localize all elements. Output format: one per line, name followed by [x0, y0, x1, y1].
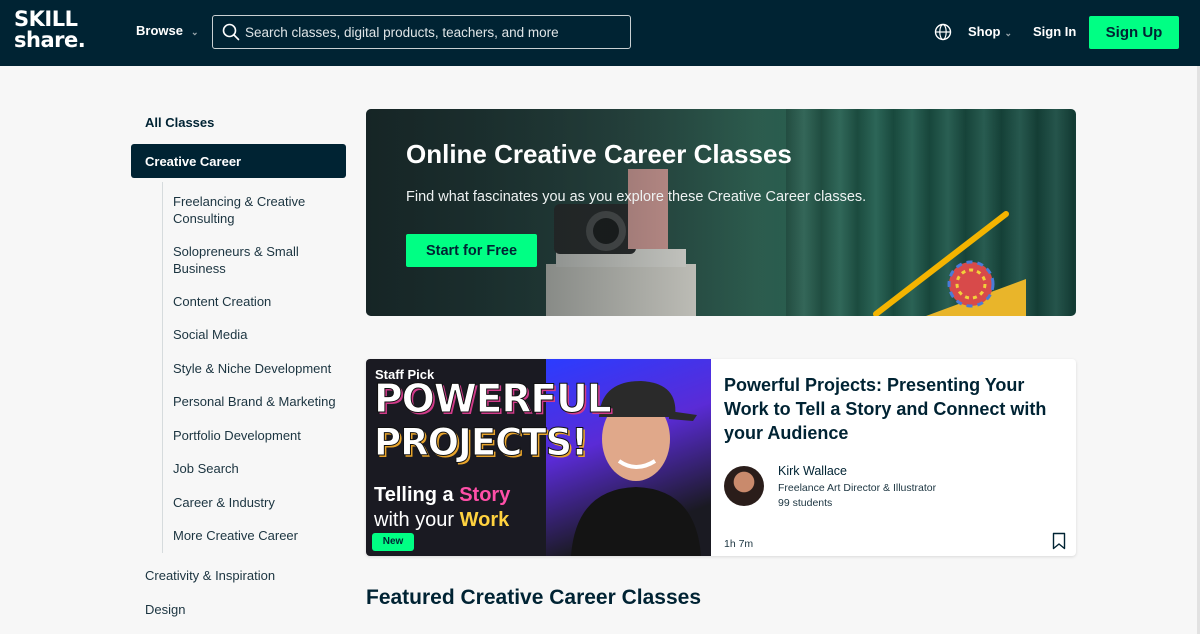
class-card[interactable]: Staff Pick POWERFUL PROJECTS! Telling a … [366, 359, 1076, 556]
sign-in-link[interactable]: Sign In [1033, 24, 1076, 39]
sign-up-button[interactable]: Sign Up [1089, 16, 1179, 49]
search-box[interactable] [212, 15, 631, 49]
skillshare-logo[interactable]: SKILL share. [14, 7, 86, 52]
hero-banner: Online Creative Career Classes Find what… [366, 109, 1076, 316]
chevron-down-icon: ⌄ [190, 27, 199, 37]
sidebar-subitem[interactable]: Job Search [173, 460, 338, 477]
class-title[interactable]: Powerful Projects: Presenting Your Work … [724, 373, 1064, 445]
thumbnail-headline-2: PROJECTS! [373, 421, 588, 464]
class-thumbnail[interactable]: Staff Pick POWERFUL PROJECTS! Telling a … [366, 359, 711, 556]
sidebar-item-creative-career[interactable]: Creative Career [131, 144, 346, 178]
tagline-text: Telling a [374, 484, 460, 506]
search-icon [222, 23, 240, 41]
sidebar-subitem[interactable]: Portfolio Development [173, 427, 338, 444]
chevron-down-icon: ⌄ [1004, 28, 1013, 38]
sidebar-subnav-divider [162, 182, 163, 553]
teacher-role: Freelance Art Director & Illustrator [778, 482, 937, 494]
teacher-name[interactable]: Kirk Wallace [778, 464, 847, 478]
hero-subtitle: Find what fascinates you as you explore … [406, 189, 867, 205]
class-duration: 1h 7m [724, 538, 754, 550]
hero-title: Online Creative Career Classes [406, 139, 792, 169]
sidebar-subitem[interactable]: More Creative Career [173, 527, 338, 544]
sidebar-subitem[interactable]: Personal Brand & Marketing [173, 393, 338, 410]
thumbnail-tagline-1: Telling a Story [374, 484, 510, 507]
sidebar-item-all-classes[interactable]: All Classes [145, 115, 214, 130]
sidebar-subitem[interactable]: Style & Niche Development [173, 360, 338, 377]
bookmark-icon[interactable] [1052, 532, 1066, 550]
shop-label: Shop [968, 24, 1001, 39]
featured-classes-heading: Featured Creative Career Classes [366, 586, 702, 609]
logo-line-2: share. [14, 28, 86, 52]
top-nav-bar: SKILL share. Browse⌄ Shop⌄ Sign In Sign … [0, 0, 1200, 66]
teacher-avatar[interactable] [724, 466, 764, 506]
sidebar-subitem[interactable]: Freelancing & Creative Consulting [173, 193, 338, 227]
tagline-highlight: Story [459, 484, 511, 506]
tagline-highlight: Work [459, 509, 510, 531]
browse-label: Browse [136, 23, 183, 38]
new-badge: New [372, 533, 414, 551]
logo-line-1: SKILL [14, 7, 78, 31]
shop-menu-button[interactable]: Shop ⌄ [968, 24, 1012, 39]
tagline-text: with your [374, 509, 460, 531]
sidebar-subitem[interactable]: Career & Industry [173, 494, 338, 511]
globe-icon[interactable] [934, 23, 952, 41]
browse-menu-button[interactable]: Browse ⌄ [136, 23, 199, 38]
start-for-free-button[interactable]: Start for Free [406, 234, 537, 267]
sidebar-subitem[interactable]: Solopreneurs & Small Business [173, 243, 338, 277]
sidebar-subitem[interactable]: Social Media [173, 326, 338, 343]
search-input[interactable] [245, 22, 620, 42]
hero-yarn-pencil-illustration [873, 211, 1026, 316]
sidebar-subitem[interactable]: Content Creation [173, 293, 338, 310]
sidebar-item-creativity-inspiration[interactable]: Creativity & Inspiration [145, 568, 275, 583]
thumbnail-tagline-2: with your Work [374, 509, 509, 532]
student-count: 99 students [778, 497, 833, 509]
thumbnail-headline-1: POWERFUL [374, 377, 613, 422]
sidebar-item-design[interactable]: Design [145, 602, 185, 617]
